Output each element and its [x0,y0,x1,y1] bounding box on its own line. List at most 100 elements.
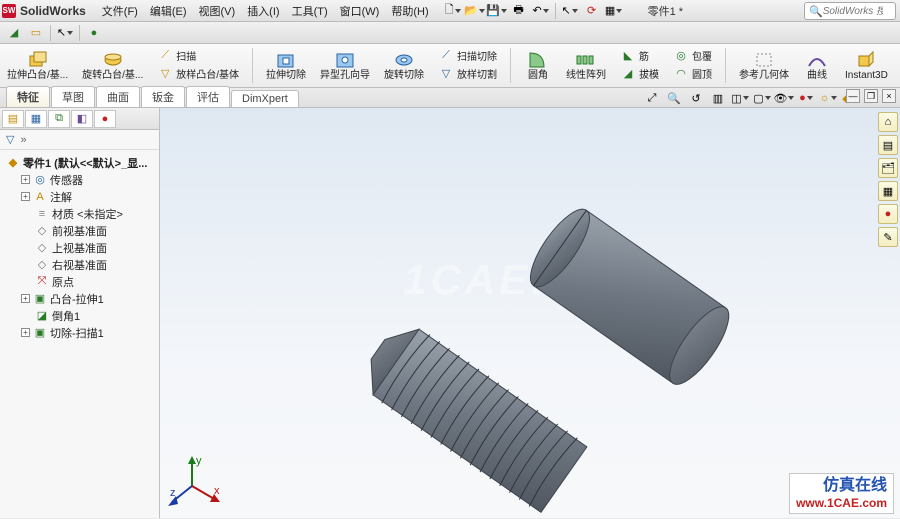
display-mgr-tab[interactable]: ● [94,110,116,128]
restore-button[interactable]: ❐ [864,89,878,103]
zoom-area-button[interactable]: 🔍 [664,89,684,107]
tree-root[interactable]: ◆ 零件1 (默认<<默认>_显... [2,154,157,171]
section-view-button[interactable]: ▥ [708,89,728,107]
tree-item[interactable]: ⤧原点 [2,273,157,290]
dimxpert-mgr-tab[interactable]: ◧ [71,110,93,128]
cmd-extrude-cut[interactable]: 拉伸切除 [263,46,309,85]
taskpane-resources[interactable]: ⌂ [878,112,898,132]
menu-file[interactable]: 文件(F) [98,1,142,21]
tree-item[interactable]: ≡材质 <未指定> [2,205,157,222]
qat-rebuild-button[interactable]: ⟳ [582,2,602,20]
tree-item[interactable]: +▣凸台-拉伸1 [2,290,157,307]
expand-toggle[interactable]: + [21,294,30,303]
cmd-loft[interactable]: ▽放样凸台/基体 [154,64,242,82]
minimize-button[interactable]: — [846,89,860,103]
taskpane-file-explorer[interactable]: 🗂 [878,158,898,178]
menu-edit[interactable]: 编辑(E) [146,1,191,21]
tree-item[interactable]: ◇上视基准面 [2,239,157,256]
tab-sheetmetal[interactable]: 钣金 [141,86,185,107]
display-mgr-icon: ● [102,113,109,125]
print-icon: 🖶 [513,1,523,20]
qat-undo-button[interactable]: ↶ [531,2,551,20]
cmd-wrap[interactable]: ◎包覆 [670,46,715,64]
expand-toggle[interactable]: + [21,175,30,184]
select-tool-button[interactable]: ↖ [55,24,75,42]
cmd-revolve-boss[interactable]: 旋转凸台/基... [79,46,146,85]
palette-icon: ▦ [883,185,893,198]
menu-tools[interactable]: 工具(T) [288,1,332,21]
taskpane-view-palette[interactable]: ▦ [878,181,898,201]
command-manager-tabs: 特征 草图 曲面 钣金 评估 DimXpert ⤢ 🔍 ↺ ▥ ◫ ▢ 👁 ● … [0,88,900,108]
graphics-area[interactable]: 1CAE.COM [160,108,900,518]
cmd-instant3d[interactable]: Instant3D [842,46,891,85]
cmd-rib[interactable]: ◣筋 [617,46,662,64]
search-box[interactable]: 🔍 [804,2,896,20]
tab-dimxpert[interactable]: DimXpert [231,90,299,107]
svg-text:z: z [170,487,176,499]
cmd-draft[interactable]: ◢拔模 [617,64,662,82]
appearance-hud-icon: ● [799,92,806,104]
tab-sketch[interactable]: 草图 [51,86,95,107]
fm-tree-tab[interactable]: ▤ [2,110,24,128]
tree-item[interactable]: +◎传感器 [2,171,157,188]
cmd-sweep-cut[interactable]: ⟋扫描切除 [435,46,500,64]
qat-new-button[interactable]: 🗋 [443,2,463,20]
tab-evaluate[interactable]: 评估 [186,86,230,107]
taskpane-appearances[interactable]: ● [878,204,898,224]
sketch-button[interactable]: ◢ [4,24,24,42]
property-mgr-tab[interactable]: ▦ [25,110,47,128]
tree-item[interactable]: +A注解 [2,188,157,205]
sensor-icon: ◎ [33,173,47,187]
cmd-loft-cut[interactable]: ▽放样切割 [435,64,500,82]
display-style-button[interactable]: ▢ [752,89,772,107]
cmd-curves[interactable]: 曲线 [800,46,834,85]
prev-view-button[interactable]: ↺ [686,89,706,107]
expand-toggle[interactable]: + [21,192,30,201]
view-orient-button[interactable]: ◫ [730,89,750,107]
tree-item[interactable]: +▣切除-扫描1 [2,324,157,341]
dimension-button[interactable]: ▭ [26,24,46,42]
qat-select-button[interactable]: ↖ [560,2,580,20]
zoom-fit-button[interactable]: ⤢ [642,89,662,107]
edit-appearance-button[interactable]: ● [796,89,816,107]
qat-open-button[interactable]: 📂 [465,2,485,20]
menu-insert[interactable]: 插入(I) [243,1,283,21]
config-mgr-tab[interactable]: ⧉ [48,110,70,128]
cmd-hole-wizard[interactable]: 异型孔向导 [317,46,373,85]
tree-item[interactable]: ◇右视基准面 [2,256,157,273]
appearance-icon: ● [91,27,98,39]
menu-view[interactable]: 视图(V) [195,1,240,21]
hide-show-icon: 👁 [774,92,788,105]
cmd-extrude-boss[interactable]: 拉伸凸台/基... [4,46,71,85]
annot-icon: A [33,190,47,204]
qat-save-button[interactable]: 💾 [487,2,507,20]
qat-options-button[interactable]: ▦ [604,2,624,20]
search-input[interactable] [823,6,883,17]
taskpane-custom-props[interactable]: ✎ [878,227,898,247]
orientation-triad[interactable]: y x z [168,454,224,510]
tab-features[interactable]: 特征 [6,86,50,107]
hide-show-button[interactable]: 👁 [774,89,794,107]
cmd-ref-geometry[interactable]: 参考几何体 [736,46,792,85]
appearance-button[interactable]: ● [84,24,104,42]
expand-toggle[interactable]: + [21,328,30,337]
close-button[interactable]: × [882,89,896,103]
zoom-area-icon: 🔍 [667,92,681,105]
menu-window[interactable]: 窗口(W) [336,1,384,21]
tree-item[interactable]: ◇前视基准面 [2,222,157,239]
tab-surfaces[interactable]: 曲面 [96,86,140,107]
menu-help[interactable]: 帮助(H) [387,1,432,21]
cmd-dome[interactable]: ◠圆顶 [670,64,715,82]
plane-icon: ◇ [35,241,49,255]
cmd-fillet[interactable]: 圆角 [521,46,555,85]
apply-scene-button[interactable]: ☼ [818,89,838,107]
taskpane-design-lib[interactable]: ▤ [878,135,898,155]
cmd-sweep[interactable]: ⟋扫描 [154,46,242,64]
cmd-revolve-cut[interactable]: 旋转切除 [381,46,427,85]
tree-item[interactable]: ◪倒角1 [2,307,157,324]
solidworks-logo-icon: SW [2,4,16,18]
filter-icon[interactable]: ▽ [6,133,14,146]
qat-print-button[interactable]: 🖶 [509,2,529,20]
split-arrow-icon[interactable]: » [20,134,26,146]
cmd-linear-pattern[interactable]: 线性阵列 [563,46,609,85]
